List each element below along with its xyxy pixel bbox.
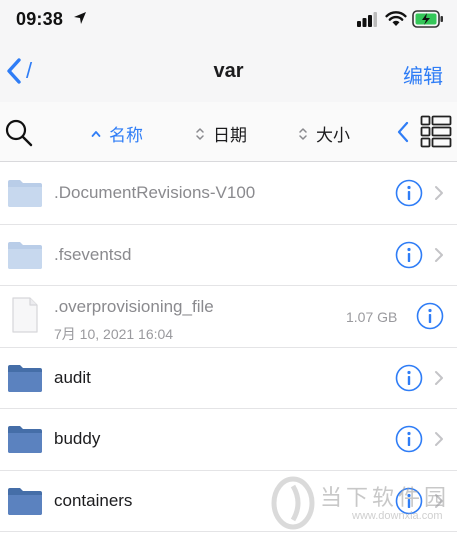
navigation-bar: / var 编辑 (0, 40, 457, 102)
list-view-icon[interactable] (420, 115, 452, 149)
search-icon[interactable] (4, 118, 34, 148)
back-label: / (26, 58, 33, 83)
chevron-left-icon (7, 58, 21, 84)
file-row[interactable]: .DocumentRevisions-V100 (0, 163, 457, 225)
watermark-title: 当下软件园 (320, 486, 451, 511)
chevron-right-icon (435, 186, 443, 200)
info-icon[interactable] (395, 179, 423, 207)
chevron-right-icon (435, 432, 443, 446)
file-name: .overprovisioning_file (54, 297, 214, 316)
file-row[interactable]: audit (0, 348, 457, 409)
sort-by-size-button[interactable]: 大小 (298, 121, 350, 146)
sort-by-date-button[interactable]: 日期 (195, 121, 247, 146)
file-name: audit (54, 367, 91, 387)
file-date: 7月 10, 2021 16:04 (54, 326, 174, 342)
file-name: .fseventsd (54, 244, 132, 264)
folder-icon (8, 180, 42, 207)
info-icon[interactable] (395, 364, 423, 392)
sort-by-name-button[interactable]: 名称 (91, 121, 143, 146)
info-icon[interactable] (395, 425, 423, 453)
sort-name-label: 名称 (109, 126, 143, 145)
wifi-icon (385, 11, 407, 26)
info-icon[interactable] (395, 241, 423, 269)
file-size: 1.07 GB (346, 309, 398, 325)
sort-ascending-icon (91, 130, 101, 137)
folder-icon (8, 364, 42, 392)
info-icon[interactable] (416, 302, 444, 330)
sort-toggle-icon (299, 127, 307, 140)
file-row[interactable]: buddy (0, 409, 457, 471)
sort-date-label: 日期 (213, 126, 247, 145)
folder-icon (8, 487, 42, 515)
folder-icon (8, 426, 42, 453)
file-name: containers (54, 490, 133, 510)
cellular-signal-icon (357, 12, 377, 27)
file-row[interactable]: .fseventsd (0, 225, 457, 286)
file-name: .DocumentRevisions-V100 (54, 183, 256, 202)
location-arrow-icon (74, 12, 86, 24)
watermark-url: www.downxia.com (352, 510, 443, 522)
chevron-left-icon[interactable] (396, 121, 410, 143)
watermark-logo-icon (271, 476, 315, 530)
back-button[interactable]: / (0, 54, 50, 88)
battery-charging-icon (412, 10, 443, 28)
chevron-right-icon (435, 370, 443, 385)
page-title: var (213, 60, 244, 82)
document-icon (12, 297, 38, 333)
chevron-right-icon (435, 247, 443, 262)
edit-button[interactable]: 编辑 (403, 60, 443, 89)
status-bar: 09:38 (0, 0, 457, 40)
folder-icon (8, 241, 42, 269)
sort-toggle-icon (196, 127, 204, 140)
watermark: 当下软件园 www.downxia.com (270, 474, 450, 532)
sort-toolbar: 名称 日期 大小 (0, 102, 457, 162)
status-time: 09:38 (16, 9, 64, 29)
sort-size-label: 大小 (316, 126, 350, 145)
file-name: buddy (54, 429, 101, 448)
file-row[interactable]: .overprovisioning_file 7月 10, 2021 16:04… (0, 286, 457, 348)
